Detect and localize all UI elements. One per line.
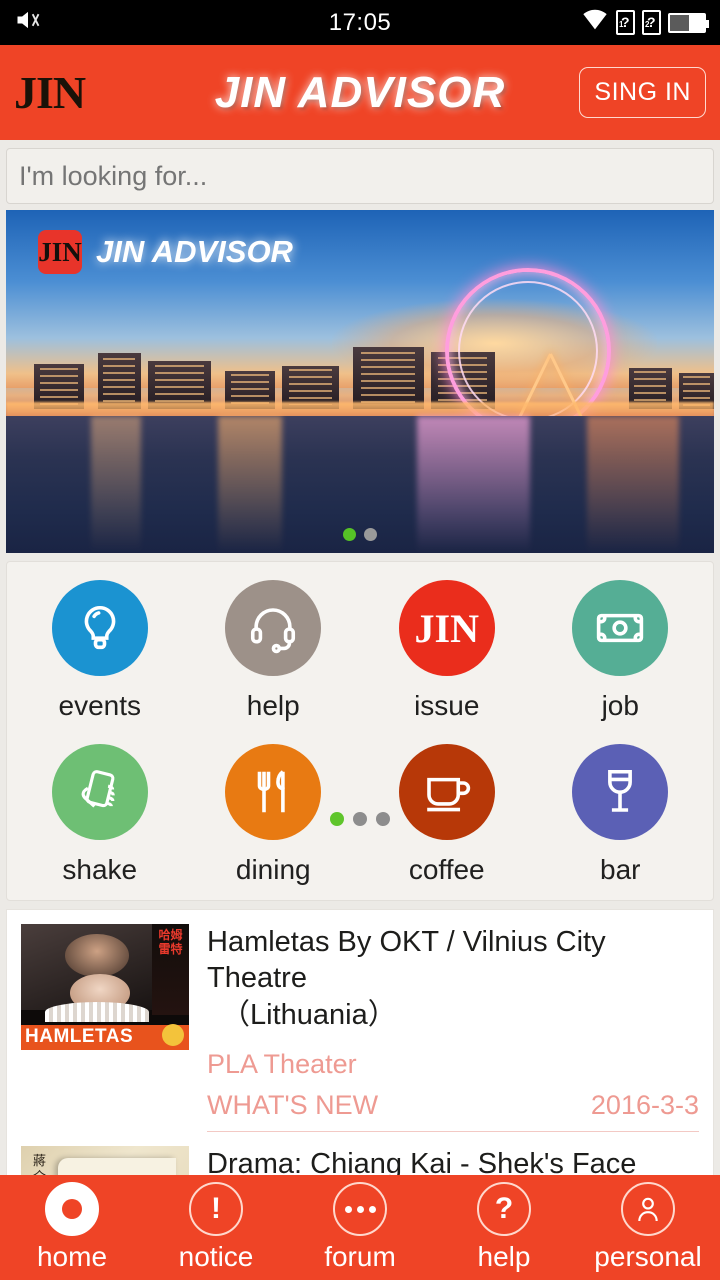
category-label: job (601, 690, 639, 721)
status-left (14, 6, 194, 40)
mute-icon (14, 6, 42, 40)
category-issue[interactable]: JIN issue (360, 580, 534, 722)
category-row-1: events help JIN issue job (13, 580, 707, 722)
category-job[interactable]: job (534, 580, 708, 722)
exclamation-icon: ! (189, 1182, 243, 1236)
nav-label: home (36, 1241, 108, 1272)
grid-dot-1[interactable] (330, 812, 344, 826)
list-item-title-line1: Hamletas By OKT / Vilnius City Theatre (207, 926, 606, 995)
carousel-dot-1[interactable] (343, 528, 356, 541)
app-header: JIN JIN ADVISOR SING IN (0, 45, 720, 140)
thumbnail-cn-title: 哈姆雷特 (158, 928, 183, 956)
grid-dot-3[interactable] (376, 812, 390, 826)
category-help[interactable]: help (187, 580, 361, 722)
nav-item-personal[interactable]: personal (576, 1182, 720, 1273)
nav-label: help (477, 1241, 531, 1272)
lightbulb-icon (51, 580, 148, 676)
sim2-icon: ? 2 (642, 10, 661, 35)
headset-icon (225, 580, 322, 676)
list-item-date: 2016-3-3 (590, 1089, 699, 1120)
nav-item-notice[interactable]: ! notice (144, 1182, 288, 1273)
sim2-index: 2 (645, 20, 650, 29)
list-item-title: Hamletas By OKT / Vilnius City Theatre （… (207, 924, 699, 1033)
person-icon (621, 1182, 675, 1236)
list-item-venue: PLA Theater (207, 1048, 357, 1079)
category-events[interactable]: events (13, 580, 187, 722)
category-grid: events help JIN issue job shake dining c… (6, 561, 714, 901)
thumbnail-stamp-icon (162, 1024, 184, 1046)
category-label: events (58, 690, 142, 721)
wifi-icon (581, 8, 609, 38)
banner-logo-text: JIN ADVISOR (96, 234, 293, 269)
list-item[interactable]: 哈姆雷特 HAMLETAS Hamletas By OKT / Vilnius … (7, 910, 713, 1132)
ellipsis-icon (333, 1182, 387, 1236)
app-root: 17:05 ? 1 ? 2 JIN JIN ADVISOR SING IN I'… (0, 0, 720, 1280)
list-item-footer: WHAT'S NEW 2016-3-3 (207, 1090, 699, 1132)
carousel-dots[interactable] (6, 528, 714, 541)
nav-label: notice (178, 1241, 254, 1272)
home-dot-icon (45, 1182, 99, 1236)
nav-item-forum[interactable]: forum (288, 1182, 432, 1273)
search-bar (0, 140, 720, 210)
nav-label: forum (324, 1241, 396, 1272)
category-label: coffee (408, 854, 485, 885)
battery-icon (668, 12, 709, 33)
category-label: help (246, 690, 300, 721)
grid-dot-2[interactable] (353, 812, 367, 826)
list-item-body: Hamletas By OKT / Vilnius City Theatre （… (207, 924, 699, 1132)
category-label: bar (600, 854, 641, 885)
banknote-icon (572, 580, 669, 676)
sign-in-button[interactable]: SING IN (579, 67, 706, 118)
bottom-nav: home ! notice forum ? help personal (0, 1175, 720, 1280)
list-item-thumbnail: 哈姆雷特 HAMLETAS (21, 924, 189, 1050)
sim1-index: 1 (619, 20, 624, 29)
status-clock: 17:05 (328, 8, 392, 36)
category-label: issue (414, 690, 480, 721)
list-item-title-line2: （Lithuania） (221, 998, 397, 1031)
status-bar: 17:05 ? 1 ? 2 (0, 0, 720, 45)
status-right: ? 1 ? 2 (526, 8, 709, 38)
jin-logo-icon: JIN (398, 580, 495, 676)
sim1-icon: ? 1 (616, 10, 635, 35)
category-label: dining (235, 854, 311, 885)
question-icon: ? (477, 1182, 531, 1236)
hero-banner[interactable]: JIN JIN ADVISOR (6, 210, 714, 553)
category-label: shake (62, 854, 138, 885)
jin-mark-text: JIN (414, 605, 479, 651)
nav-item-home[interactable]: home (0, 1182, 144, 1273)
grid-page-dots[interactable] (7, 812, 713, 826)
nav-item-help[interactable]: ? help (432, 1182, 576, 1273)
nav-label: personal (594, 1241, 702, 1272)
banner-logo: JIN JIN ADVISOR (38, 230, 293, 274)
status-badge: WHAT'S NEW (207, 1089, 379, 1120)
header-logo: JIN (14, 67, 86, 118)
carousel-dot-2[interactable] (364, 528, 377, 541)
search-input[interactable] (6, 148, 714, 204)
banner-logo-badge: JIN (38, 230, 82, 274)
